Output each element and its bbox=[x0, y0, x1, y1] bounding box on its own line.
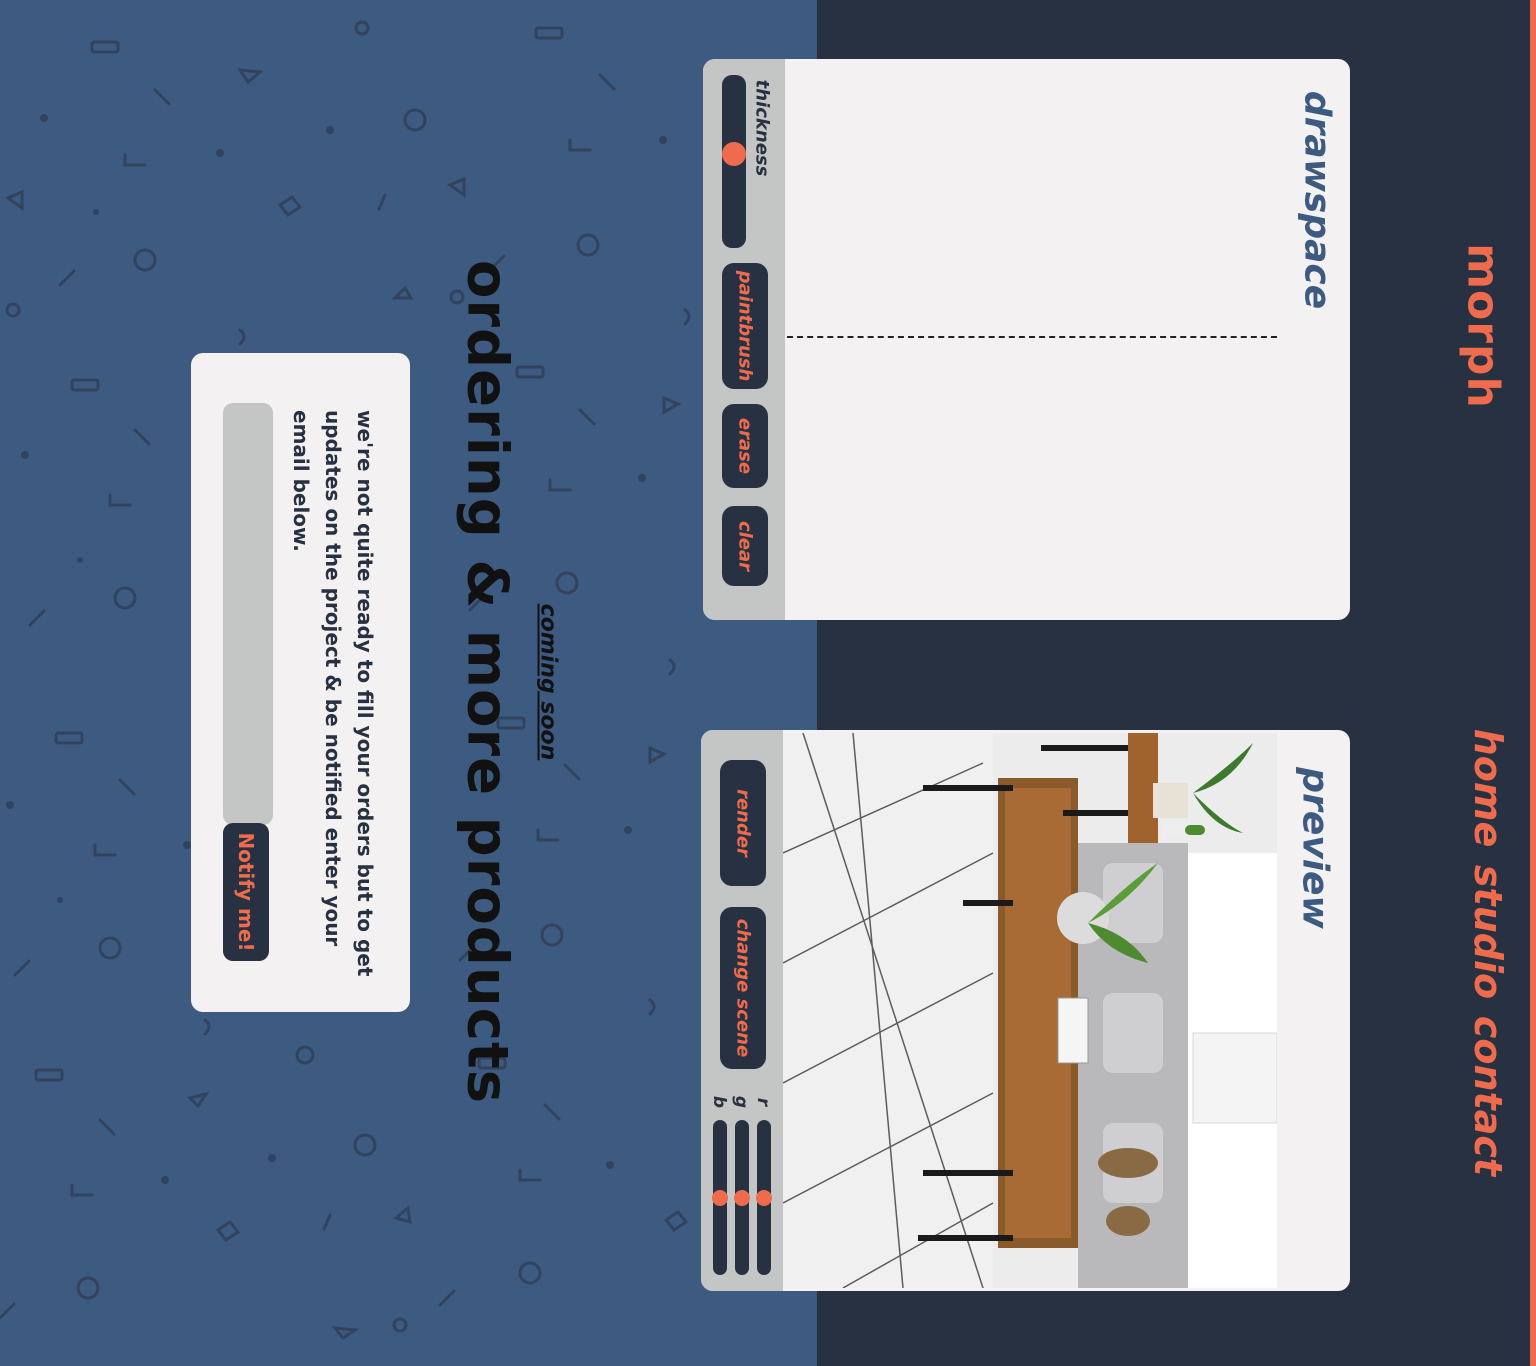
erase-button[interactable]: erase bbox=[722, 404, 768, 488]
green-label: g bbox=[731, 1095, 751, 1109]
clear-label: clear bbox=[734, 520, 756, 572]
logo[interactable]: morph bbox=[1458, 243, 1509, 409]
red-label: r bbox=[753, 1097, 773, 1107]
change-scene-label: change scene bbox=[732, 918, 754, 1058]
nav-home[interactable]: home bbox=[1466, 729, 1510, 848]
red-slider-handle[interactable] bbox=[756, 1189, 772, 1206]
drawspace-title: drawspace bbox=[1296, 90, 1338, 310]
erase-label: erase bbox=[734, 417, 756, 475]
notify-description-text: we're not quite ready to fill your order… bbox=[289, 410, 377, 977]
thickness-slider-handle[interactable] bbox=[722, 142, 746, 167]
notify-description: we're not quite ready to fill your order… bbox=[289, 410, 377, 980]
coming-soon-link[interactable]: coming soon bbox=[536, 604, 561, 761]
nav-studio[interactable]: studio bbox=[1466, 865, 1510, 999]
clear-button[interactable]: clear bbox=[722, 506, 768, 586]
drawspace-canvas[interactable] bbox=[787, 336, 1277, 338]
thickness-label: thickness bbox=[751, 79, 773, 177]
notify-me-button[interactable]: Notify me! bbox=[223, 823, 269, 961]
blue-slider-handle[interactable] bbox=[712, 1189, 728, 1206]
scene-preview-image bbox=[783, 733, 1277, 1288]
coming-soon-headline: ordering & more products bbox=[454, 259, 520, 1105]
living-room-scene bbox=[783, 733, 1277, 1288]
render-button[interactable]: render bbox=[720, 760, 766, 886]
green-slider-handle[interactable] bbox=[734, 1189, 750, 1206]
drawspace-panel bbox=[703, 59, 1350, 620]
nav-contact[interactable]: contact bbox=[1466, 1016, 1510, 1176]
notify-me-label: Notify me! bbox=[234, 832, 258, 952]
change-scene-button[interactable]: change scene bbox=[720, 907, 766, 1069]
render-label: render bbox=[732, 789, 754, 857]
preview-title: preview bbox=[1294, 767, 1336, 929]
blue-label: b bbox=[709, 1095, 729, 1109]
paintbrush-label: paintbrush bbox=[734, 270, 756, 382]
accent-stripe bbox=[1530, 0, 1536, 1366]
email-input[interactable] bbox=[223, 403, 273, 825]
paintbrush-button[interactable]: paintbrush bbox=[722, 263, 768, 389]
